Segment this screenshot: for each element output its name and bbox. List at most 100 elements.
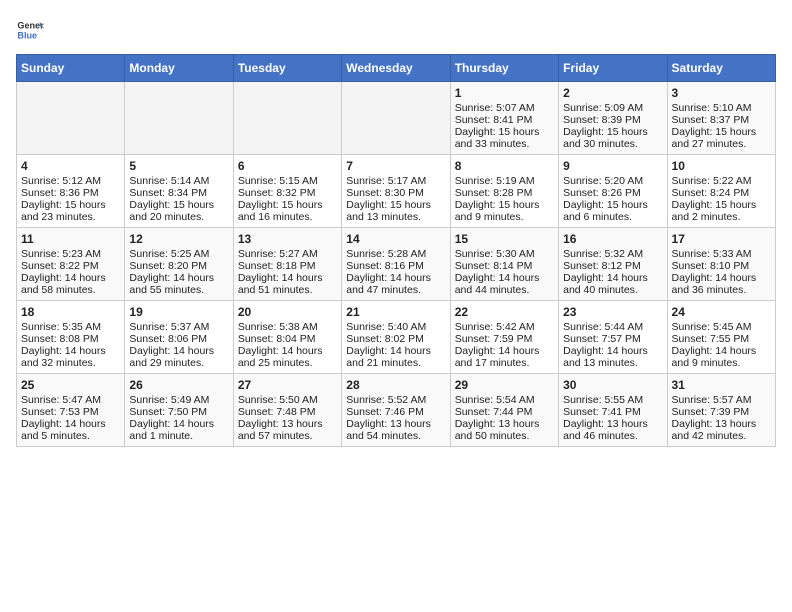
calendar-cell: 11Sunrise: 5:23 AMSunset: 8:22 PMDayligh… — [17, 228, 125, 301]
cell-info-line: and 23 minutes. — [21, 211, 120, 223]
cell-info-line: and 6 minutes. — [563, 211, 662, 223]
weekday-header: Tuesday — [233, 55, 341, 82]
cell-info-line: and 21 minutes. — [346, 357, 445, 369]
calendar-cell: 23Sunrise: 5:44 AMSunset: 7:57 PMDayligh… — [559, 301, 667, 374]
calendar-cell: 8Sunrise: 5:19 AMSunset: 8:28 PMDaylight… — [450, 155, 558, 228]
cell-info-line: Sunset: 8:16 PM — [346, 260, 445, 272]
cell-info-line: Sunrise: 5:47 AM — [21, 394, 120, 406]
day-number: 26 — [129, 378, 228, 392]
cell-info-line: Daylight: 15 hours — [129, 199, 228, 211]
cell-info-line: Sunrise: 5:32 AM — [563, 248, 662, 260]
cell-info-line: Sunrise: 5:35 AM — [21, 321, 120, 333]
calendar-cell — [233, 82, 341, 155]
cell-info-line: and 16 minutes. — [238, 211, 337, 223]
cell-info-line: Sunset: 7:46 PM — [346, 406, 445, 418]
calendar-cell: 29Sunrise: 5:54 AMSunset: 7:44 PMDayligh… — [450, 374, 558, 447]
cell-info-line: Daylight: 14 hours — [129, 418, 228, 430]
calendar-cell: 15Sunrise: 5:30 AMSunset: 8:14 PMDayligh… — [450, 228, 558, 301]
calendar-cell: 4Sunrise: 5:12 AMSunset: 8:36 PMDaylight… — [17, 155, 125, 228]
cell-info-line: and 2 minutes. — [672, 211, 771, 223]
calendar-cell: 25Sunrise: 5:47 AMSunset: 7:53 PMDayligh… — [17, 374, 125, 447]
day-number: 17 — [672, 232, 771, 246]
cell-info-line: Sunrise: 5:40 AM — [346, 321, 445, 333]
cell-info-line: Sunset: 7:57 PM — [563, 333, 662, 345]
page-header: General Blue — [16, 16, 776, 44]
calendar-week-row: 4Sunrise: 5:12 AMSunset: 8:36 PMDaylight… — [17, 155, 776, 228]
cell-info-line: Sunset: 8:37 PM — [672, 114, 771, 126]
cell-info-line: Sunrise: 5:27 AM — [238, 248, 337, 260]
cell-info-line: Daylight: 15 hours — [346, 199, 445, 211]
day-number: 14 — [346, 232, 445, 246]
day-number: 15 — [455, 232, 554, 246]
day-number: 2 — [563, 86, 662, 100]
cell-info-line: Sunset: 8:06 PM — [129, 333, 228, 345]
day-number: 25 — [21, 378, 120, 392]
day-number: 16 — [563, 232, 662, 246]
day-number: 4 — [21, 159, 120, 173]
day-number: 9 — [563, 159, 662, 173]
cell-info-line: and 55 minutes. — [129, 284, 228, 296]
cell-info-line: Daylight: 14 hours — [672, 345, 771, 357]
cell-info-line: Daylight: 15 hours — [455, 126, 554, 138]
cell-info-line: Sunset: 7:50 PM — [129, 406, 228, 418]
cell-info-line: Daylight: 15 hours — [455, 199, 554, 211]
cell-info-line: Sunset: 8:02 PM — [346, 333, 445, 345]
cell-info-line: and 5 minutes. — [21, 430, 120, 442]
day-number: 11 — [21, 232, 120, 246]
calendar-cell: 2Sunrise: 5:09 AMSunset: 8:39 PMDaylight… — [559, 82, 667, 155]
cell-info-line: Sunrise: 5:37 AM — [129, 321, 228, 333]
logo: General Blue — [16, 16, 48, 44]
calendar-cell: 31Sunrise: 5:57 AMSunset: 7:39 PMDayligh… — [667, 374, 775, 447]
calendar-cell: 27Sunrise: 5:50 AMSunset: 7:48 PMDayligh… — [233, 374, 341, 447]
cell-info-line: and 47 minutes. — [346, 284, 445, 296]
cell-info-line: Sunrise: 5:50 AM — [238, 394, 337, 406]
cell-info-line: and 50 minutes. — [455, 430, 554, 442]
cell-info-line: Sunset: 8:32 PM — [238, 187, 337, 199]
calendar-body: 1Sunrise: 5:07 AMSunset: 8:41 PMDaylight… — [17, 82, 776, 447]
calendar-cell — [125, 82, 233, 155]
day-number: 19 — [129, 305, 228, 319]
cell-info-line: Sunset: 8:08 PM — [21, 333, 120, 345]
cell-info-line: and 29 minutes. — [129, 357, 228, 369]
calendar-week-row: 25Sunrise: 5:47 AMSunset: 7:53 PMDayligh… — [17, 374, 776, 447]
cell-info-line: Daylight: 13 hours — [238, 418, 337, 430]
svg-text:Blue: Blue — [17, 30, 37, 40]
cell-info-line: and 30 minutes. — [563, 138, 662, 150]
cell-info-line: and 13 minutes. — [563, 357, 662, 369]
header-row: SundayMondayTuesdayWednesdayThursdayFrid… — [17, 55, 776, 82]
cell-info-line: Daylight: 14 hours — [21, 345, 120, 357]
day-number: 7 — [346, 159, 445, 173]
calendar-table: SundayMondayTuesdayWednesdayThursdayFrid… — [16, 54, 776, 447]
cell-info-line: and 44 minutes. — [455, 284, 554, 296]
cell-info-line: and 36 minutes. — [672, 284, 771, 296]
calendar-cell: 26Sunrise: 5:49 AMSunset: 7:50 PMDayligh… — [125, 374, 233, 447]
day-number: 27 — [238, 378, 337, 392]
cell-info-line: Daylight: 13 hours — [672, 418, 771, 430]
weekday-header: Thursday — [450, 55, 558, 82]
cell-info-line: Sunrise: 5:30 AM — [455, 248, 554, 260]
calendar-cell: 21Sunrise: 5:40 AMSunset: 8:02 PMDayligh… — [342, 301, 450, 374]
cell-info-line: and 32 minutes. — [21, 357, 120, 369]
logo-icon: General Blue — [16, 16, 44, 44]
calendar-cell: 19Sunrise: 5:37 AMSunset: 8:06 PMDayligh… — [125, 301, 233, 374]
calendar-cell: 16Sunrise: 5:32 AMSunset: 8:12 PMDayligh… — [559, 228, 667, 301]
day-number: 12 — [129, 232, 228, 246]
weekday-header: Saturday — [667, 55, 775, 82]
day-number: 1 — [455, 86, 554, 100]
cell-info-line: Daylight: 14 hours — [238, 345, 337, 357]
cell-info-line: Daylight: 14 hours — [346, 272, 445, 284]
calendar-week-row: 18Sunrise: 5:35 AMSunset: 8:08 PMDayligh… — [17, 301, 776, 374]
day-number: 5 — [129, 159, 228, 173]
calendar-cell: 18Sunrise: 5:35 AMSunset: 8:08 PMDayligh… — [17, 301, 125, 374]
day-number: 21 — [346, 305, 445, 319]
cell-info-line: Sunrise: 5:55 AM — [563, 394, 662, 406]
cell-info-line: and 42 minutes. — [672, 430, 771, 442]
cell-info-line: Sunset: 7:59 PM — [455, 333, 554, 345]
day-number: 8 — [455, 159, 554, 173]
cell-info-line: Sunrise: 5:22 AM — [672, 175, 771, 187]
cell-info-line: Daylight: 15 hours — [672, 126, 771, 138]
cell-info-line: Sunrise: 5:07 AM — [455, 102, 554, 114]
weekday-header: Friday — [559, 55, 667, 82]
calendar-header: SundayMondayTuesdayWednesdayThursdayFrid… — [17, 55, 776, 82]
cell-info-line: Sunset: 8:36 PM — [21, 187, 120, 199]
